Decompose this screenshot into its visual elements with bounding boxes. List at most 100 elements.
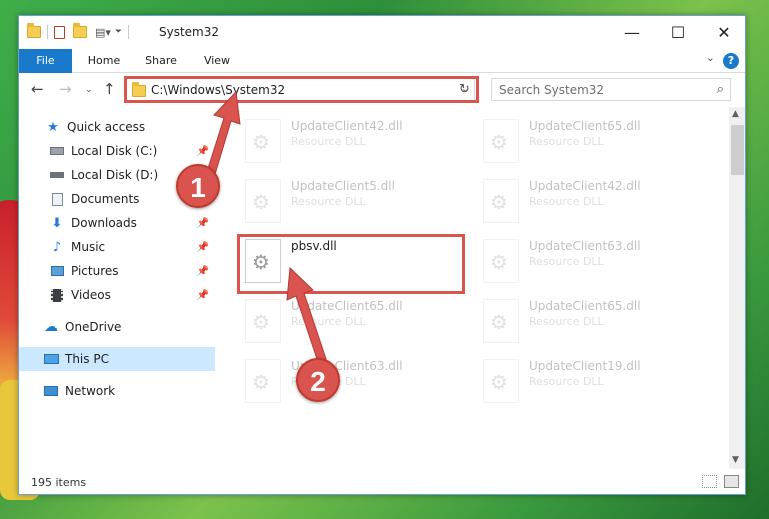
chevron-down-icon[interactable]: ⏷ (115, 27, 122, 37)
dll-file-icon: ⚙ (245, 299, 281, 343)
pin-icon[interactable]: 📌 (197, 146, 209, 157)
sidebar-item-label: Videos (71, 288, 111, 302)
file-item[interactable]: ⚙ UpdateClient65.dll Resource DLL (241, 297, 466, 353)
network-icon (43, 383, 59, 399)
step-1-callout: 1 (176, 164, 220, 208)
file-item[interactable]: ⚙ UpdateClient19.dll Resource DLL (479, 357, 704, 413)
sidebar-item-label: Local Disk (C:) (71, 144, 158, 158)
divider (47, 25, 48, 39)
search-box[interactable]: ⌕ (491, 78, 731, 101)
divider (128, 25, 130, 39)
scroll-down-icon[interactable]: ▼ (732, 455, 739, 465)
dll-file-icon: ⚙ (483, 239, 519, 283)
dll-file-icon: ⚙ (483, 119, 519, 163)
scroll-thumb[interactable] (731, 125, 744, 175)
tab-view[interactable]: View (193, 49, 241, 73)
dll-file-icon: ⚙ (483, 359, 519, 403)
file-type: Resource DLL (529, 195, 604, 208)
file-item[interactable]: ⚙ UpdateClient5.dll Resource DLL (241, 177, 466, 233)
file-item[interactable]: ⚙ UpdateClient63.dll Resource DLL (479, 237, 704, 293)
file-name: UpdateClient42.dll (291, 119, 403, 133)
item-count: 195 items (31, 476, 87, 489)
file-highlight-box (237, 234, 465, 294)
file-type: Resource DLL (291, 135, 366, 148)
star-icon: ★ (47, 119, 59, 135)
up-arrow-icon[interactable]: ↑ (103, 80, 116, 98)
dll-file-icon: ⚙ (483, 299, 519, 343)
sidebar-item-label: Downloads (71, 216, 137, 230)
title-bar: ▤▾ ⏷ System32 — ☐ ✕ (19, 16, 745, 49)
file-item[interactable]: ⚙ UpdateClient65.dll Resource DLL (479, 117, 704, 173)
window-title: System32 (159, 25, 220, 39)
sidebar-item-local-disk-c[interactable]: Local Disk (C:) 📌 (19, 139, 215, 163)
sidebar-item-this-pc[interactable]: This PC (19, 347, 215, 371)
file-type: Resource DLL (529, 135, 604, 148)
new-folder-icon[interactable] (73, 23, 87, 38)
file-type: Resource DLL (529, 375, 604, 388)
sidebar-item-network[interactable]: Network (19, 379, 215, 403)
search-input[interactable] (492, 79, 702, 100)
tab-file[interactable]: File (19, 49, 72, 73)
file-type: Resource DLL (529, 315, 604, 328)
ribbon-tabs: File Home Share View ⌄ ? (19, 49, 745, 73)
navigation-bar: ← → ⌄ ↑ C:\Windows\System32 ⌄ ↻ ⌕ (19, 73, 745, 107)
music-icon: ♪ (52, 239, 62, 255)
recent-locations-icon[interactable]: ⌄ (85, 85, 93, 95)
file-item[interactable]: ⚙ UpdateClient63.dll Resource DLL (241, 357, 466, 413)
file-name: UpdateClient63.dll (529, 239, 641, 253)
file-name: UpdateClient19.dll (529, 359, 641, 373)
sidebar-item-onedrive[interactable]: ☁ OneDrive (19, 315, 215, 339)
scroll-up-icon[interactable]: ▲ (732, 109, 739, 119)
pin-icon[interactable]: 📌 (197, 242, 209, 253)
dll-file-icon: ⚙ (245, 119, 281, 163)
drive-icon (49, 143, 65, 159)
sidebar-item-quick-access[interactable]: ★ Quick access (19, 115, 215, 139)
navigation-pane: ★ Quick access Local Disk (C:) 📌 Local D… (19, 107, 215, 469)
customize-toolbar-icon[interactable]: ▤▾ (95, 26, 111, 39)
file-item[interactable]: ⚙ UpdateClient65.dll Resource DLL (479, 297, 704, 353)
drive-icon (49, 167, 65, 183)
details-view-icon[interactable] (702, 475, 717, 488)
minimize-button[interactable]: — (609, 16, 655, 49)
close-button[interactable]: ✕ (701, 16, 745, 49)
file-item[interactable]: ⚙ UpdateClient42.dll Resource DLL (241, 117, 466, 173)
dll-file-icon: ⚙ (245, 179, 281, 223)
file-type: Resource DLL (291, 195, 366, 208)
computer-icon (43, 351, 59, 367)
sidebar-item-label: Local Disk (D:) (71, 168, 159, 182)
back-arrow-icon[interactable]: ← (31, 80, 44, 98)
chevron-down-icon[interactable]: ⌄ (706, 51, 715, 64)
vertical-scrollbar[interactable]: ▲ ▼ (729, 107, 745, 469)
file-explorer-window: ▤▾ ⏷ System32 — ☐ ✕ File Home Share View… (18, 15, 746, 495)
search-icon: ⌕ (716, 82, 724, 97)
cloud-icon: ☁ (44, 319, 58, 335)
downloads-icon: ⬇ (51, 215, 63, 231)
forward-arrow-icon[interactable]: → (59, 80, 72, 98)
quick-access-toolbar: ▤▾ ⏷ (27, 23, 135, 39)
sidebar-item-label: OneDrive (65, 320, 122, 334)
file-type: Resource DLL (291, 315, 366, 328)
help-icon[interactable]: ? (723, 53, 739, 69)
maximize-button[interactable]: ☐ (655, 16, 701, 49)
pin-icon[interactable]: 📌 (197, 218, 209, 229)
sidebar-item-label: Quick access (67, 120, 146, 134)
tab-share[interactable]: Share (137, 49, 185, 73)
file-type: Resource DLL (529, 255, 604, 268)
address-highlight-box (124, 76, 479, 103)
properties-icon[interactable] (54, 25, 65, 39)
large-icons-view-icon[interactable] (724, 475, 739, 488)
dll-file-icon: ⚙ (483, 179, 519, 223)
file-name: UpdateClient65.dll (529, 299, 641, 313)
pin-icon[interactable]: 📌 (197, 290, 209, 301)
sidebar-item-music[interactable]: ♪ Music 📌 (19, 235, 215, 259)
tab-home[interactable]: Home (80, 49, 128, 73)
dll-file-icon: ⚙ (245, 359, 281, 403)
file-name: UpdateClient42.dll (529, 179, 641, 193)
sidebar-item-videos[interactable]: Videos 📌 (19, 283, 215, 307)
sidebar-item-label: Pictures (71, 264, 119, 278)
pin-icon[interactable]: 📌 (197, 266, 209, 277)
file-name: UpdateClient65.dll (291, 299, 403, 313)
sidebar-item-pictures[interactable]: Pictures 📌 (19, 259, 215, 283)
file-item[interactable]: ⚙ UpdateClient42.dll Resource DLL (479, 177, 704, 233)
sidebar-item-downloads[interactable]: ⬇ Downloads 📌 (19, 211, 215, 235)
